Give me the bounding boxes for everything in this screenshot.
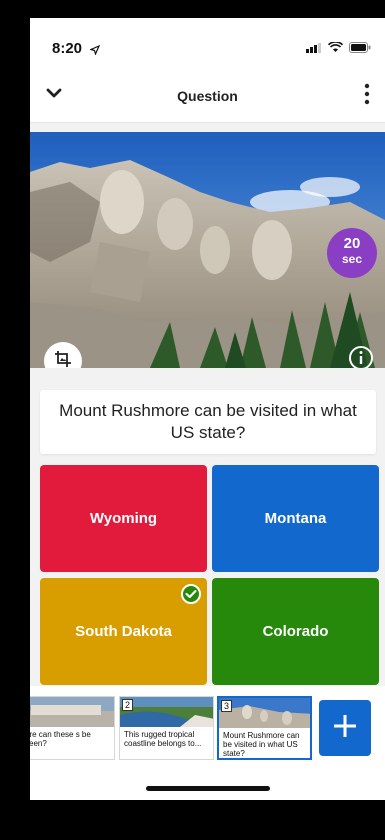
crop-icon [54, 350, 72, 369]
slide-number: 2 [122, 699, 134, 711]
check-circle-icon[interactable] [181, 584, 201, 604]
slide-caption: ere can these s be seen? [30, 730, 91, 748]
slide-thumbnail-3[interactable]: 3 Mount Rushmore can be visited in what … [217, 696, 312, 760]
info-icon[interactable] [347, 344, 375, 368]
answer-label: Colorado [262, 623, 329, 640]
slide-thumbnail-1[interactable]: ere can these s be seen? [30, 696, 115, 760]
timer-unit: sec [341, 252, 363, 266]
slide-tray: ere can these s be seen? 2 This rugged t… [30, 686, 385, 800]
home-indicator[interactable] [146, 786, 270, 791]
answer-label: Montana [264, 510, 327, 527]
timer-badge: 20 sec [327, 228, 377, 278]
add-slide-button[interactable] [319, 700, 371, 756]
answer-label: South Dakota [75, 623, 172, 640]
question-image[interactable]: 20 sec [30, 132, 385, 368]
slide-thumb-image [30, 697, 114, 727]
slide-caption: Mount Rushmore can be visited in what US… [223, 731, 300, 758]
battery-icon [349, 40, 371, 58]
location-arrow-icon [89, 42, 101, 60]
slide-caption: This rugged tropical coastline belongs t… [124, 730, 202, 748]
slide-thumbnail-2[interactable]: 2 This rugged tropical coastline belongs… [119, 696, 214, 760]
slide-thumb-image [219, 698, 310, 728]
wifi-icon [327, 40, 344, 58]
answer-option-4[interactable]: Colorado [212, 578, 379, 685]
slide-thumb-image [120, 697, 213, 727]
phone-screen: 8:20 Question 20 sec Mount Rushmore can … [30, 18, 385, 800]
plus-icon [332, 713, 358, 744]
nav-bar: Question [30, 70, 385, 123]
question-text[interactable]: Mount Rushmore can be visited in what US… [40, 390, 376, 454]
status-icons [306, 40, 371, 58]
more-vertical-icon[interactable] [363, 82, 371, 111]
page-title: Question [177, 88, 238, 104]
signal-icon [306, 40, 322, 58]
answer-option-1[interactable]: Wyoming [40, 465, 207, 572]
timer-value: 20 [343, 235, 361, 252]
status-time: 8:20 [52, 40, 83, 57]
answer-option-3[interactable]: South Dakota [40, 578, 207, 685]
answer-option-2[interactable]: Montana [212, 465, 379, 572]
answer-label: Wyoming [89, 510, 158, 527]
slide-number: 3 [221, 700, 233, 712]
status-bar: 8:20 [30, 18, 385, 70]
